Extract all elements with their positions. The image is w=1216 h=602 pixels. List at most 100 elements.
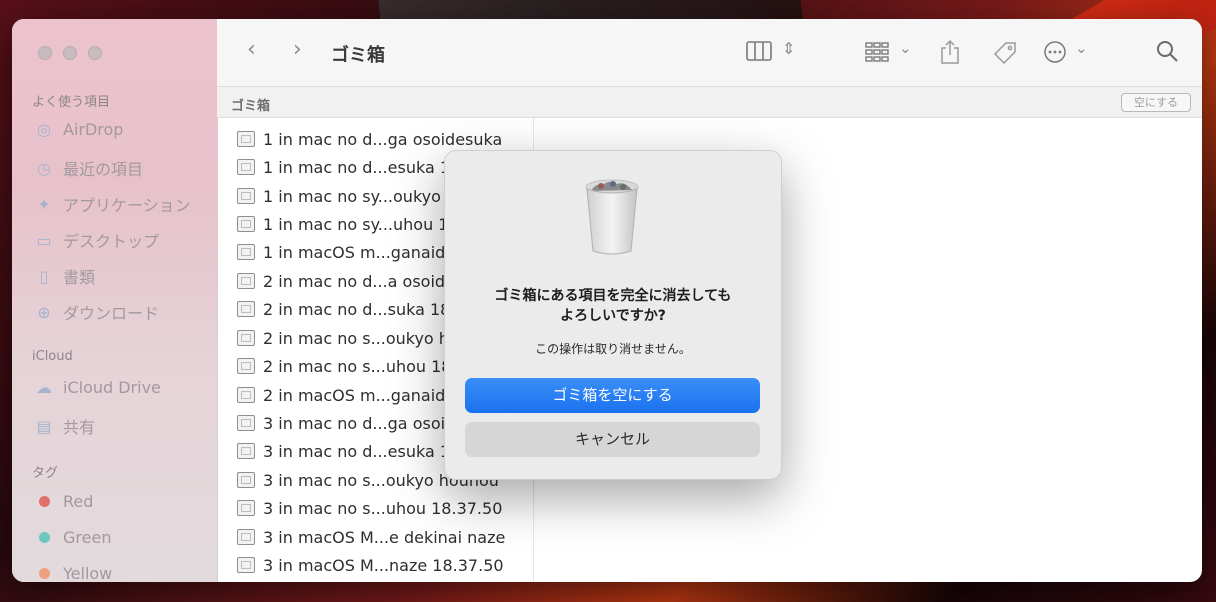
list-item[interactable]: 2 in mac no s...oukyo h — [237, 324, 449, 352]
zoom-button[interactable] — [88, 46, 102, 60]
applications-icon: ✦ — [37, 194, 51, 214]
sidebar-item-label: Green — [63, 528, 112, 547]
sidebar-item-desktop[interactable]: ▭ デスクトップ — [34, 228, 159, 252]
file-icon — [237, 330, 255, 346]
sidebar-item-label: ダウンロード — [63, 304, 160, 323]
minimize-button[interactable] — [63, 46, 77, 60]
file-icon — [237, 301, 255, 317]
sidebar-item-documents[interactable]: ▯ 書類 — [34, 264, 95, 288]
tag-dot-icon — [38, 532, 50, 543]
empty-trash-dialog: ゴミ箱にある項目を完全に消去しても よろしいですか? この操作は取り消せません。… — [444, 150, 782, 480]
confirm-empty-trash-button[interactable]: ゴミ箱を空にする — [465, 378, 760, 413]
file-icon — [237, 529, 255, 545]
file-name: 2 in mac no d...suka 18 — [263, 299, 451, 319]
file-name: 1 in macOS m...ganaide — [263, 242, 456, 262]
group-chevron-down-icon[interactable]: ⌄ — [899, 39, 912, 57]
tags-header: タグ — [32, 466, 59, 481]
list-item[interactable]: 3 in mac no d...esuka 1 — [237, 437, 450, 465]
sidebar-item-label: デスクトップ — [63, 232, 160, 251]
sidebar-item-label: 共有 — [63, 418, 96, 437]
airdrop-icon: ◎ — [37, 120, 51, 139]
sidebar-item-applications[interactable]: ✦ アプリケーション — [34, 192, 191, 216]
file-name: 1 in mac no d...ga osoidesuka — [263, 129, 503, 149]
list-item[interactable]: 2 in mac no d...suka 18 — [237, 295, 450, 323]
file-icon — [237, 273, 255, 289]
sidebar-item-icloud-drive[interactable]: ☁ iCloud Drive — [34, 378, 161, 397]
list-item[interactable]: 3 in mac no d...ga osoi — [237, 409, 445, 437]
file-icon — [237, 472, 255, 488]
sidebar-item-label: Yellow — [63, 564, 113, 582]
file-icon — [237, 500, 255, 516]
shared-folder-icon: ▤ — [36, 416, 52, 436]
sidebar-item-recents[interactable]: ◷ 最近の項目 — [34, 156, 143, 180]
file-icon — [237, 131, 255, 147]
file-icon — [237, 415, 255, 431]
sidebar-item-tag-red[interactable]: Red — [34, 492, 93, 511]
file-name: 3 in mac no d...ga osoi — [263, 413, 446, 433]
view-options-chevron-icon[interactable]: ⇕ — [782, 39, 795, 58]
list-item[interactable]: 1 in mac no sy...oukyo h — [237, 182, 456, 210]
download-icon: ⊕ — [37, 302, 51, 322]
window-title: ゴミ箱 — [331, 45, 385, 66]
list-item[interactable]: 3 in macOS M...e dekinai naze — [237, 523, 505, 551]
sidebar-item-label: 最近の項目 — [63, 160, 144, 179]
sidebar-item-airdrop[interactable]: ◎ AirDrop — [34, 120, 123, 139]
sidebar-item-tag-yellow[interactable]: Yellow — [34, 564, 112, 582]
list-item[interactable]: 3 in macOS M...naze 18.37.50 — [237, 551, 504, 579]
file-icon — [237, 159, 255, 175]
list-item[interactable]: 2 in macOS m...ganaide — [237, 381, 455, 409]
sidebar-item-label: iCloud Drive — [63, 378, 161, 397]
list-item[interactable]: 2 in mac no s...uhou 18 — [237, 352, 451, 380]
back-chevron-icon[interactable]: ‹ — [247, 37, 256, 62]
list-item[interactable]: 1 in mac no d...esuka 18 — [237, 153, 460, 181]
trash-full-icon — [583, 177, 641, 257]
file-icon — [237, 216, 255, 232]
toolbar: ‹ › ゴミ箱 ⇕ ⌄ ⌄ — [217, 19, 1202, 87]
window-controls — [38, 46, 102, 60]
path-crumb[interactable]: ゴミ箱 — [231, 95, 270, 114]
cloud-icon: ☁ — [36, 378, 52, 397]
cancel-button[interactable]: キャンセル — [465, 422, 760, 457]
file-icon — [237, 244, 255, 260]
sidebar-item-shared[interactable]: ▤ 共有 — [34, 414, 95, 438]
list-item[interactable]: 2 in mac no d...a osoid — [237, 267, 445, 295]
favorites-header: よく使う項目 — [32, 95, 111, 110]
sidebar: よく使う項目 ◎ AirDrop ◷ 最近の項目 ✦ アプリケーション ▭ デス… — [12, 19, 218, 582]
document-icon: ▯ — [39, 266, 49, 286]
file-name: 1 in mac no sy...oukyo h — [263, 186, 457, 206]
tag-dot-icon — [38, 568, 50, 579]
clock-icon: ◷ — [37, 158, 51, 178]
file-name: 2 in mac no s...uhou 18 — [263, 356, 452, 376]
file-name: 1 in mac no sy...uhou 18 — [263, 214, 459, 234]
column-view-icon[interactable] — [746, 41, 772, 67]
empty-trash-button[interactable]: 空にする — [1121, 93, 1191, 112]
list-item[interactable]: 1 in macOS m...ganaide — [237, 238, 455, 266]
list-item[interactable]: 1 in mac no d...ga osoidesuka — [237, 125, 502, 153]
file-name: 2 in macOS m...ganaide — [263, 385, 456, 405]
desktop-icon: ▭ — [36, 230, 52, 250]
list-item[interactable]: 1 in mac no sy...uhou 18 — [237, 210, 459, 238]
list-item[interactable]: 3 in mac no s...uhou 18.37.50 — [237, 494, 502, 522]
file-icon — [237, 557, 255, 573]
file-name: 3 in macOS M...naze 18.37.50 — [263, 555, 504, 575]
group-icon[interactable] — [865, 42, 889, 68]
more-chevron-down-icon[interactable]: ⌄ — [1075, 39, 1088, 57]
forward-chevron-icon[interactable]: › — [293, 37, 302, 62]
search-icon[interactable] — [1155, 39, 1179, 69]
path-bar: ゴミ箱 空にする — [217, 87, 1202, 118]
tag-icon[interactable] — [993, 41, 1017, 71]
close-button[interactable] — [38, 46, 52, 60]
file-name: 1 in mac no d...esuka 18 — [263, 157, 461, 177]
sidebar-item-label: AirDrop — [63, 120, 124, 139]
file-name: 3 in mac no s...uhou 18.37.50 — [263, 498, 503, 518]
icloud-header: iCloud — [32, 349, 73, 364]
tag-dot-icon — [38, 496, 50, 507]
sidebar-item-label: 書類 — [63, 268, 96, 287]
file-icon — [237, 443, 255, 459]
more-actions-icon[interactable] — [1043, 40, 1067, 70]
dialog-message: この操作は取り消せません。 — [535, 342, 691, 356]
sidebar-item-downloads[interactable]: ⊕ ダウンロード — [34, 300, 159, 324]
sidebar-item-tag-green[interactable]: Green — [34, 528, 111, 547]
share-icon[interactable] — [940, 39, 960, 71]
sidebar-item-label: アプリケーション — [63, 196, 191, 215]
